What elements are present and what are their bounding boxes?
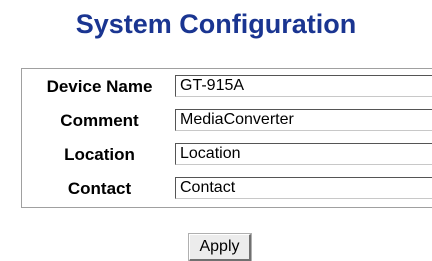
apply-button[interactable]: Apply	[189, 234, 251, 261]
device-name-label: Device Name	[46, 77, 153, 96]
device-name-input[interactable]	[175, 75, 432, 97]
location-input[interactable]	[175, 143, 432, 165]
comment-label: Comment	[60, 111, 139, 130]
comment-row: Comment	[22, 108, 432, 133]
device-name-row: Device Name	[22, 74, 432, 99]
contact-label: Contact	[67, 179, 132, 198]
page-title: System Configuration	[75, 9, 357, 39]
contact-input[interactable]	[175, 177, 432, 199]
system-config-table: Device Name Comment Location Contact	[21, 68, 432, 208]
comment-input[interactable]	[175, 109, 432, 131]
location-label: Location	[64, 145, 135, 164]
location-row: Location	[22, 142, 432, 167]
contact-row: Contact	[22, 176, 432, 201]
